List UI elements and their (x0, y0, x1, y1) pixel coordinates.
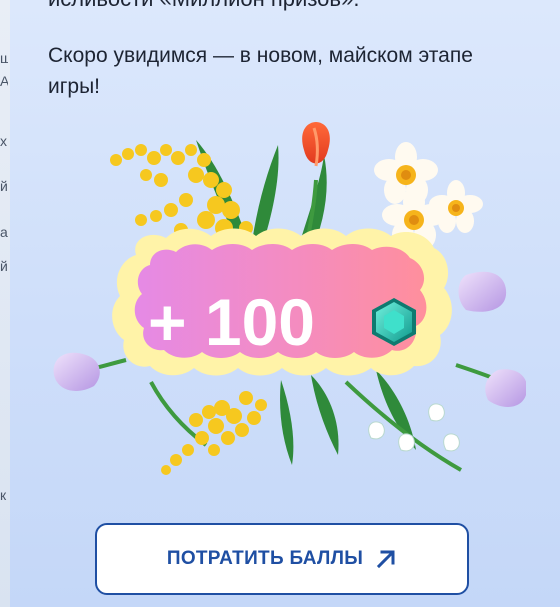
snowdrops (368, 403, 460, 452)
arrow-up-right-icon (377, 550, 395, 569)
reward-amount: + 100 (148, 285, 315, 359)
background-text-fragment: к (0, 487, 7, 503)
spend-points-label: ПОТРАТИТЬ БАЛЛЫ (166, 548, 364, 569)
spend-points-button[interactable]: ПОТРАТИТЬ БАЛЛЫ (95, 523, 469, 595)
reward-modal: исливости «Миллион призов». Скоро увидим… (10, 0, 560, 607)
background-text-fragment: х (0, 133, 7, 149)
mimosa-cluster-lower (161, 391, 267, 475)
background-text-fragment: А (0, 73, 8, 89)
modal-title: исливости «Миллион призов». (48, 0, 359, 12)
background-page-edge: ш А х й а й к (0, 0, 10, 607)
modal-message: Скоро увидимся — в новом, майском этапе … (48, 44, 473, 98)
background-text-fragment: а (0, 224, 8, 240)
background-text-fragment: ш (0, 50, 8, 66)
spring-flowers-illustration: + 100 (53, 122, 526, 475)
background-text-fragment: й (0, 178, 8, 194)
daffodils (374, 142, 483, 249)
red-tulip (302, 122, 330, 167)
background-text-fragment: й (0, 258, 8, 274)
